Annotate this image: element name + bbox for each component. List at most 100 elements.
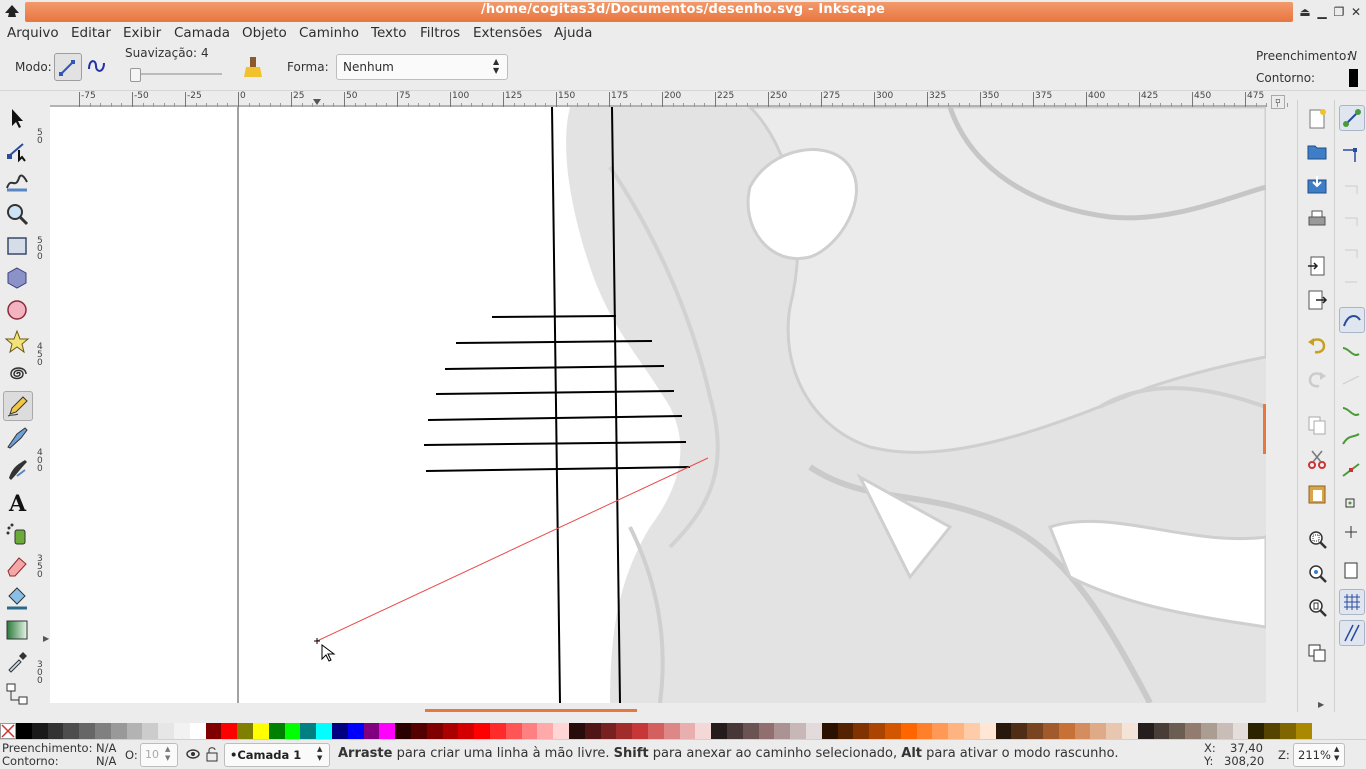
palette-swatch[interactable] (300, 723, 317, 739)
zoom-spinner[interactable]: 211% ▲ ▼ (1293, 743, 1345, 767)
palette-swatch[interactable] (126, 723, 143, 739)
menu-exibir[interactable]: Exibir (123, 25, 161, 41)
menu-filtros[interactable]: Filtros (420, 25, 460, 41)
selector-icon[interactable] (3, 104, 31, 132)
snap-nodes-icon[interactable] (1339, 307, 1365, 333)
palette-swatch[interactable] (600, 723, 617, 739)
export-icon[interactable] (1306, 289, 1328, 311)
palette-swatch[interactable] (395, 723, 412, 739)
palette-swatch[interactable] (1248, 723, 1265, 739)
palette-swatch[interactable] (1153, 723, 1170, 739)
palette-swatch[interactable] (31, 723, 48, 739)
pencil-icon[interactable] (3, 391, 33, 421)
stroke-color-swatch[interactable] (1349, 69, 1358, 87)
palette-swatch[interactable] (553, 723, 570, 739)
palette-swatch[interactable] (474, 723, 491, 739)
palette-swatch[interactable] (79, 723, 96, 739)
snap-midpoints-icon[interactable] (1339, 458, 1363, 482)
palette-swatch[interactable] (1043, 723, 1059, 739)
menu-arquivo[interactable]: Arquivo (7, 25, 59, 41)
palette-swatch[interactable] (490, 723, 506, 739)
palette-swatch[interactable] (790, 723, 807, 739)
3d-box-icon[interactable] (3, 264, 31, 292)
palette-swatch[interactable] (695, 723, 712, 739)
palette-swatch[interactable] (47, 723, 64, 739)
layer-visibility-icon[interactable] (185, 747, 201, 761)
connector-icon[interactable] (3, 680, 31, 708)
palette-swatch[interactable] (158, 723, 175, 739)
save-icon[interactable] (1306, 174, 1328, 196)
palette-swatch[interactable] (995, 723, 1012, 739)
palette-swatch[interactable] (221, 723, 238, 739)
palette-swatch[interactable] (1137, 723, 1154, 739)
zoom-drawing-icon[interactable] (1306, 562, 1328, 584)
palette-swatch[interactable] (458, 723, 475, 739)
palette-swatch[interactable] (332, 723, 348, 739)
menu-camada[interactable]: Camada (174, 25, 230, 41)
node-editor-icon[interactable] (3, 136, 31, 164)
open-icon[interactable] (1306, 140, 1328, 162)
palette-swatch[interactable] (1027, 723, 1044, 739)
palette-swatch[interactable] (806, 723, 822, 739)
palette-swatch[interactable] (948, 723, 965, 739)
palette-swatch[interactable] (205, 723, 222, 739)
toolbox-expand-icon[interactable]: ▶ (43, 634, 49, 643)
palette-swatch[interactable] (316, 723, 333, 739)
palette-swatch[interactable] (711, 723, 728, 739)
palette-swatch[interactable] (1169, 723, 1186, 739)
palette-swatch[interactable] (1074, 723, 1091, 739)
eraser-icon[interactable] (3, 552, 31, 580)
palette-swatch[interactable] (505, 723, 522, 739)
palette-swatch[interactable] (837, 723, 854, 739)
star-icon[interactable] (3, 328, 31, 356)
zoom-page-icon[interactable] (1306, 596, 1328, 618)
palette-swatch[interactable] (774, 723, 791, 739)
new-document-icon[interactable] (1306, 108, 1328, 130)
ellipse-icon[interactable] (3, 296, 31, 324)
palette-swatch[interactable] (885, 723, 901, 739)
opacity-spinner[interactable]: 10 ▲ ▼ (140, 743, 178, 767)
palette-swatch[interactable] (379, 723, 396, 739)
palette-swatch[interactable] (95, 723, 111, 739)
palette-swatch[interactable] (268, 723, 285, 739)
palette-swatch[interactable] (1090, 723, 1107, 739)
cut-icon[interactable] (1306, 448, 1328, 470)
palette-swatch[interactable] (727, 723, 743, 739)
palette-swatch[interactable] (663, 723, 680, 739)
snap-bbox-corners-icon[interactable] (1339, 206, 1363, 230)
palette-swatch[interactable] (1232, 723, 1249, 739)
dropper-icon[interactable] (3, 648, 31, 676)
vertical-scrollbar[interactable] (1263, 404, 1266, 454)
palette-swatch[interactable] (900, 723, 917, 739)
palette-swatch[interactable] (648, 723, 664, 739)
snap-cusp-nodes-icon[interactable] (1339, 398, 1363, 422)
palette-swatch[interactable] (1058, 723, 1075, 739)
lock-guides-icon[interactable]: ▫ (1271, 95, 1285, 109)
snap-rotation-center-icon[interactable] (1339, 520, 1363, 544)
vertical-ruler[interactable]: 5 0 5 0 0 4 5 0 4 0 0 3 5 0 3 0 0 (36, 107, 51, 703)
palette-swatch[interactable] (1106, 723, 1123, 739)
palette-swatch[interactable] (363, 723, 380, 739)
palette-swatch[interactable] (932, 723, 949, 739)
menu-ajuda[interactable]: Ajuda (554, 25, 592, 41)
snap-bbox-midpoints-icon[interactable] (1339, 238, 1363, 262)
import-icon[interactable] (1306, 255, 1328, 277)
snap-bbox-icon[interactable] (1339, 142, 1363, 166)
menu-texto[interactable]: Texto (371, 25, 407, 41)
palette-swatch[interactable] (1280, 723, 1296, 739)
redo-icon[interactable] (1306, 368, 1328, 390)
cmdbar-expand-icon[interactable]: ▶ (1318, 700, 1324, 709)
zoom-selection-icon[interactable] (1306, 528, 1328, 550)
palette-swatch[interactable] (442, 723, 459, 739)
snap-toggle-icon[interactable] (1339, 105, 1365, 131)
palette-swatch[interactable] (411, 723, 427, 739)
palette-swatch[interactable] (742, 723, 759, 739)
palette-swatch[interactable] (1264, 723, 1281, 739)
tweak-icon[interactable] (3, 168, 31, 196)
layer-lock-icon[interactable] (205, 746, 219, 762)
bezier-mode-button[interactable] (54, 53, 82, 81)
palette-swatch[interactable] (142, 723, 159, 739)
paint-bucket-icon[interactable] (3, 584, 31, 612)
undo-icon[interactable] (1306, 334, 1328, 356)
window-shade-icon[interactable]: ⏏ (1297, 4, 1313, 20)
